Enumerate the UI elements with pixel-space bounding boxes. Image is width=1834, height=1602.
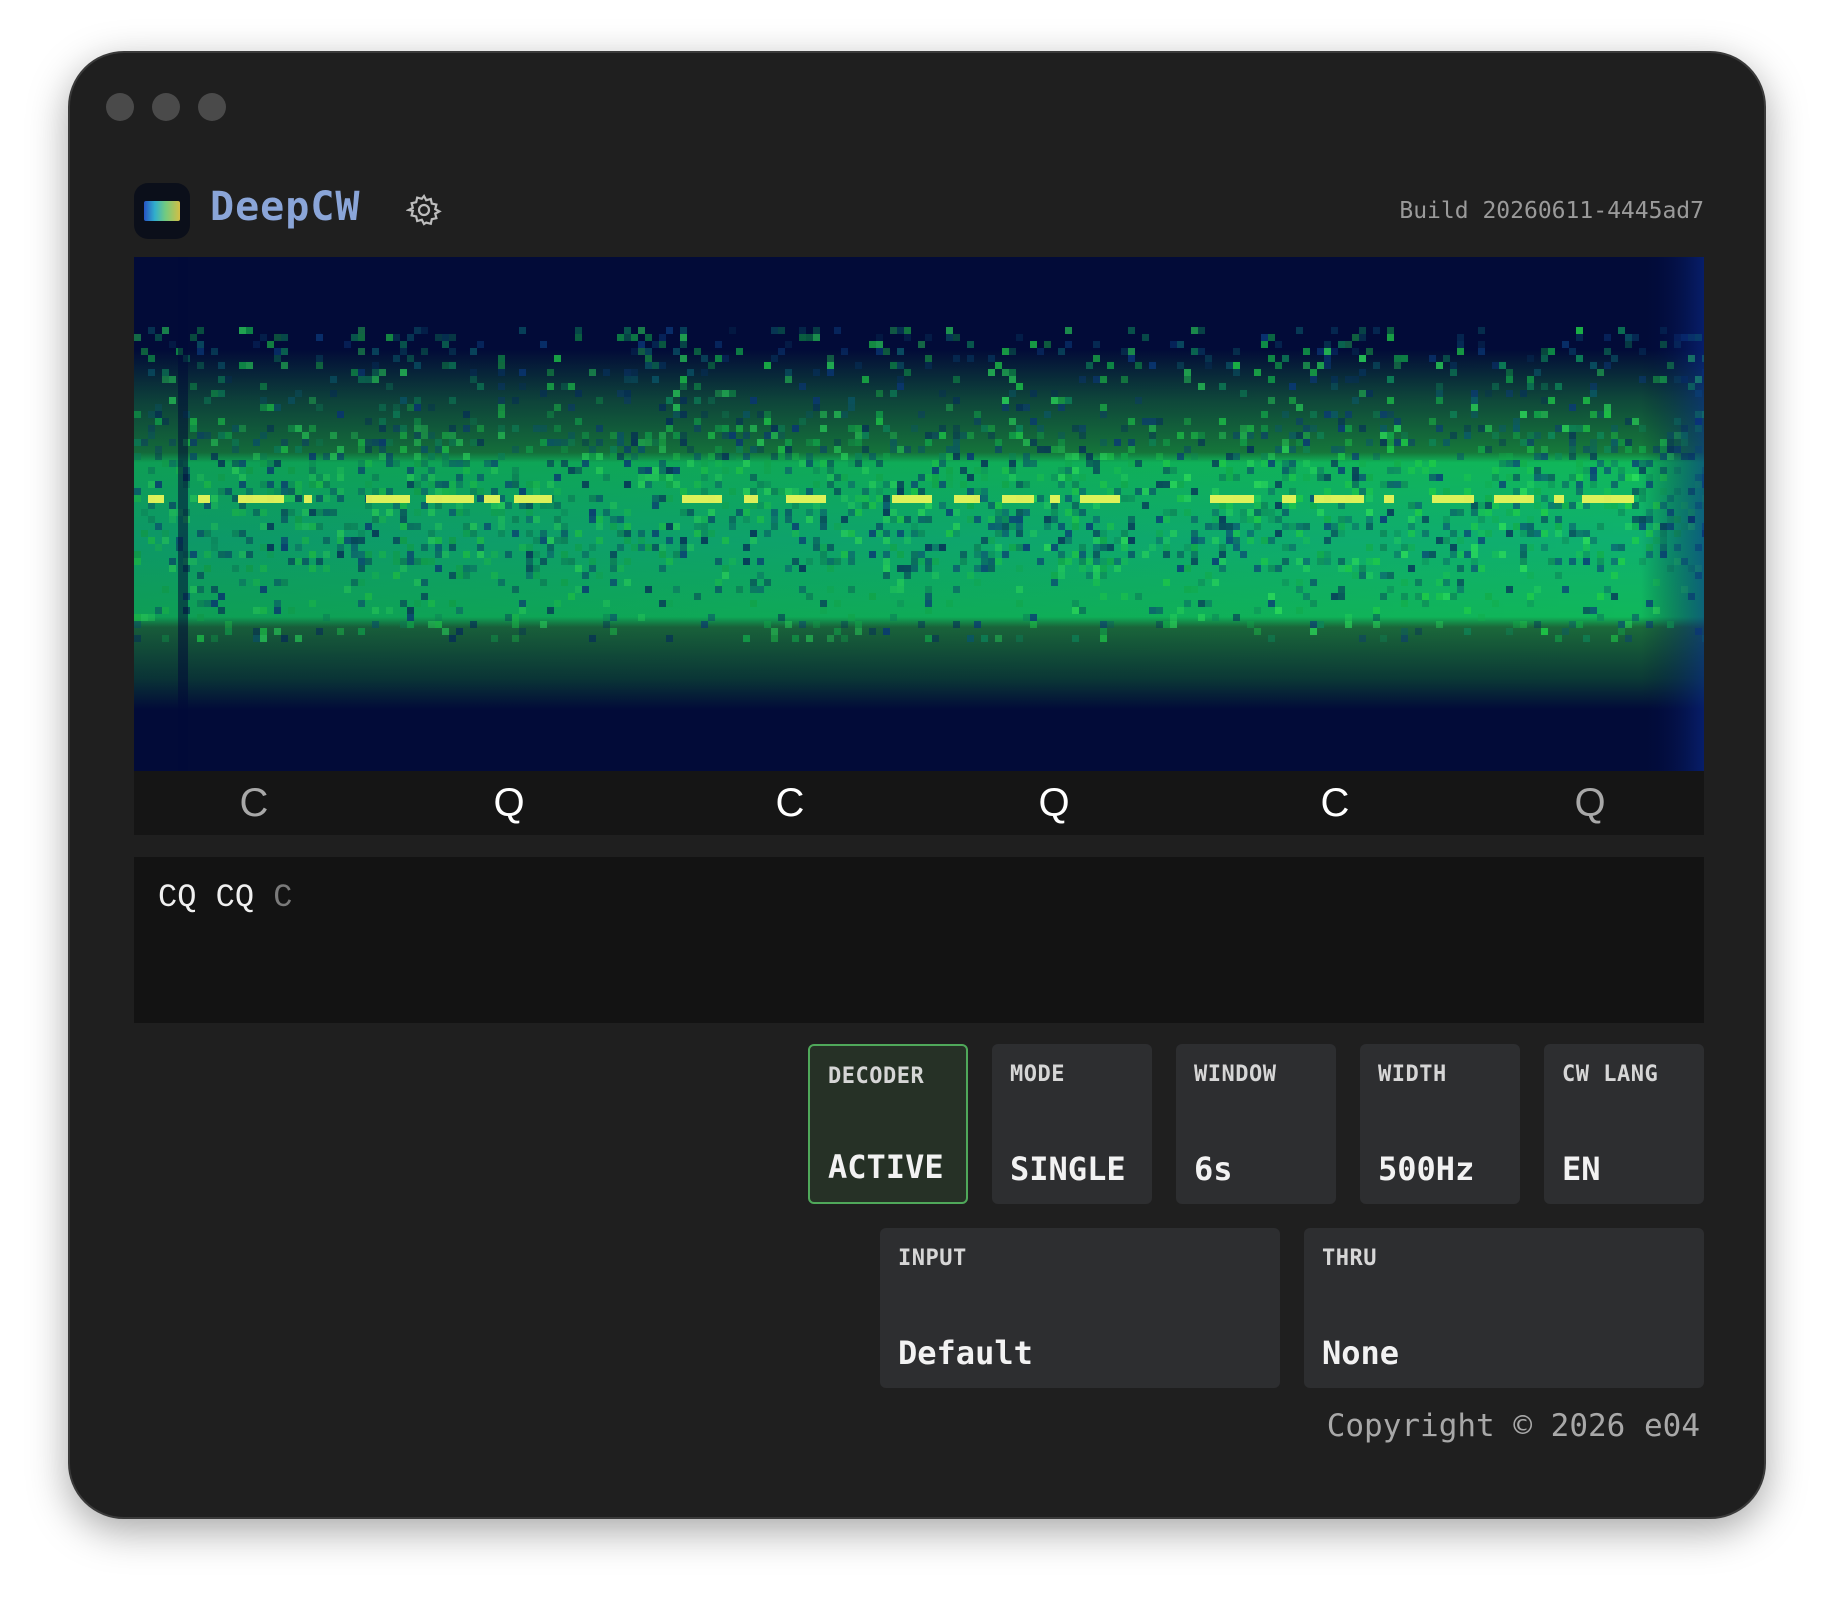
decoded-letter: C bbox=[239, 781, 269, 825]
cw-signal-segment bbox=[1494, 495, 1534, 503]
window-label: WINDOW bbox=[1194, 1062, 1277, 1087]
cw-signal-segment bbox=[1314, 495, 1364, 503]
cw-signal-segment bbox=[304, 495, 312, 503]
width-label: WIDTH bbox=[1378, 1062, 1447, 1087]
close-window-button[interactable] bbox=[106, 93, 134, 121]
cw-signal-segment bbox=[1080, 495, 1120, 503]
decoder-toggle[interactable]: DECODER ACTIVE bbox=[808, 1044, 968, 1204]
cw-signal-segment bbox=[426, 495, 474, 503]
spectrogram bbox=[134, 257, 1704, 771]
mode-label: MODE bbox=[1010, 1062, 1065, 1087]
transcript-pending: C bbox=[273, 879, 293, 916]
cw-signal-segment bbox=[1384, 495, 1394, 503]
cw-signal-segment bbox=[786, 495, 826, 503]
decoder-label: DECODER bbox=[828, 1064, 925, 1089]
input-value: Default bbox=[898, 1334, 1033, 1372]
cw-signal-segment bbox=[1282, 495, 1296, 503]
width-value: 500Hz bbox=[1378, 1150, 1475, 1188]
cw-signal-segment bbox=[484, 495, 500, 503]
decoded-letter: C bbox=[775, 781, 805, 825]
thru-value: None bbox=[1322, 1334, 1400, 1372]
cw-signal-segment bbox=[238, 495, 284, 503]
cw-signal-segment bbox=[1432, 495, 1474, 503]
decoded-letter: C bbox=[1320, 781, 1350, 825]
cw-signal-segment bbox=[682, 495, 722, 503]
copyright-notice: Copyright © 2026 e04 bbox=[1326, 1408, 1700, 1444]
cw-signal-segment bbox=[1582, 495, 1634, 503]
thru-device-selector[interactable]: THRU None bbox=[1304, 1228, 1704, 1388]
app-header: DeepCW Build 20260611-4445ad7 bbox=[134, 178, 1704, 240]
decoded-letter: Q bbox=[1038, 781, 1070, 825]
cw-signal-segment bbox=[148, 495, 164, 503]
spectrogram-canvas bbox=[134, 257, 1704, 771]
decoded-transcript: CQ CQ C bbox=[134, 857, 1704, 1023]
app-title: DeepCW bbox=[210, 184, 361, 230]
cw-signal-segment bbox=[892, 495, 932, 503]
thru-label: THRU bbox=[1322, 1246, 1377, 1271]
cw-signal-segment bbox=[1050, 495, 1060, 503]
cw-signal-segment bbox=[1002, 495, 1034, 503]
cw-lang-selector[interactable]: CW LANG EN bbox=[1544, 1044, 1704, 1204]
width-selector[interactable]: WIDTH 500Hz bbox=[1360, 1044, 1520, 1204]
cw-signal-segment bbox=[514, 495, 552, 503]
decoded-letter: Q bbox=[1574, 781, 1606, 825]
input-label: INPUT bbox=[898, 1246, 967, 1271]
cw-signal-segment bbox=[954, 495, 980, 503]
cw-signal-segment bbox=[744, 495, 758, 503]
build-version: Build 20260611-4445ad7 bbox=[1399, 198, 1704, 224]
mode-selector[interactable]: MODE SINGLE bbox=[992, 1044, 1152, 1204]
minimize-window-button[interactable] bbox=[152, 93, 180, 121]
window-controls bbox=[106, 93, 226, 121]
window-value: 6s bbox=[1194, 1150, 1233, 1188]
cw-signal-segment bbox=[198, 495, 210, 503]
cw-signal-segment bbox=[1210, 495, 1254, 503]
cw-lang-label: CW LANG bbox=[1562, 1062, 1659, 1087]
cw-lang-value: EN bbox=[1562, 1150, 1601, 1188]
zoom-window-button[interactable] bbox=[198, 93, 226, 121]
mode-value: SINGLE bbox=[1010, 1150, 1126, 1188]
decoded-letter: Q bbox=[493, 781, 525, 825]
decoder-value: ACTIVE bbox=[828, 1148, 944, 1186]
cw-signal-segment bbox=[366, 495, 410, 503]
app-window: DeepCW Build 20260611-4445ad7 C Q C Q C … bbox=[68, 51, 1766, 1519]
gear-icon[interactable] bbox=[405, 192, 442, 228]
cw-signal-segment bbox=[1554, 495, 1564, 503]
transcript-committed: CQ CQ bbox=[158, 879, 255, 916]
spectrogram-app-icon bbox=[134, 183, 190, 239]
decoded-letter-strip: C Q C Q C Q bbox=[134, 771, 1704, 835]
window-selector[interactable]: WINDOW 6s bbox=[1176, 1044, 1336, 1204]
input-device-selector[interactable]: INPUT Default bbox=[880, 1228, 1280, 1388]
